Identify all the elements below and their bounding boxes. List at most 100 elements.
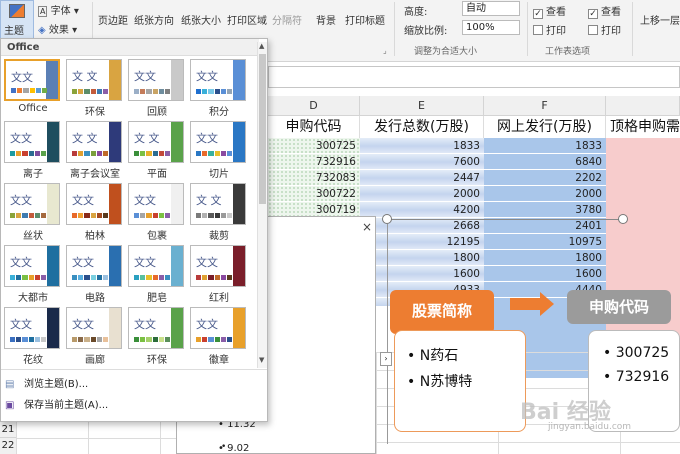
table-cell[interactable]: 6840 — [484, 154, 606, 170]
theme-thumbnail[interactable]: 文 文 — [66, 121, 122, 163]
column-header-f[interactable]: F — [484, 96, 606, 116]
theme-sample-text: 文文 — [134, 194, 156, 207]
table-cell[interactable]: 1833 — [484, 138, 606, 154]
theme-sample-text: 文文 — [134, 256, 156, 269]
theme-thumbnail[interactable]: 文文 — [4, 307, 60, 349]
theme-accent-bar — [109, 246, 121, 286]
table-cell[interactable]: 4200 — [360, 202, 484, 218]
headings-print-checkbox[interactable]: 打印 — [588, 22, 621, 37]
theme-thumbnail[interactable]: 文文 — [128, 307, 184, 349]
theme-thumbnail[interactable]: 文 文 — [190, 183, 246, 225]
smartart-box-code[interactable]: 申购代码 — [567, 290, 671, 324]
header-cell-online[interactable]: 网上发行(万股) — [484, 116, 606, 138]
color-swatch — [102, 275, 109, 280]
smartart-box-stock-name[interactable]: 股票简称 — [390, 290, 494, 334]
table-cell[interactable]: 2447 — [360, 170, 484, 186]
column-header-g[interactable] — [606, 96, 680, 116]
theme-thumbnail[interactable]: 文文 — [128, 59, 184, 101]
headings-view-checkbox[interactable]: ✓ 查看 — [588, 3, 621, 19]
theme-thumbnail[interactable]: 文文 — [128, 183, 184, 225]
theme-thumbnail[interactable]: 文文 — [4, 183, 60, 225]
margins-button[interactable]: 页边距 — [98, 12, 128, 27]
page-setup-launcher-icon[interactable]: ⌟ — [383, 46, 387, 55]
theme-thumbnail[interactable]: 文文 — [4, 59, 60, 101]
scroll-down-icon[interactable]: ▼ — [259, 356, 264, 364]
scroll-up-icon[interactable]: ▲ — [259, 42, 264, 50]
table-cell[interactable]: 3780 — [484, 202, 606, 218]
size-button[interactable]: 纸张大小 — [181, 12, 221, 27]
theme-thumbnail[interactable]: 文文 — [128, 245, 184, 287]
expand-pane-button[interactable]: › — [380, 352, 392, 366]
gridlines-view-checkbox[interactable]: ✓ 查看 — [533, 3, 566, 19]
theme-thumbnail[interactable]: 文文 — [190, 59, 246, 101]
table-cell[interactable]: 7600 — [360, 154, 484, 170]
background-button[interactable]: 背景 — [316, 12, 336, 27]
resize-handle[interactable] — [618, 214, 628, 224]
header-cell-max-subscribe[interactable]: 顶格申购需 — [606, 116, 680, 138]
theme-thumbnail[interactable]: 文文 — [190, 121, 246, 163]
theme-thumbnail[interactable]: 文文 — [66, 183, 122, 225]
color-swatch — [208, 337, 214, 342]
column-header-e[interactable]: E — [360, 96, 484, 116]
orientation-button[interactable]: 纸张方向 — [134, 12, 174, 27]
color-swatch — [158, 89, 164, 94]
theme-thumbnail[interactable]: 文文 — [190, 245, 246, 287]
effects-button[interactable]: ◈ 效果 ▾ — [38, 21, 77, 36]
table-cell[interactable]: 1800 — [360, 250, 484, 266]
row-header-22[interactable]: 22 — [0, 438, 16, 454]
table-cell[interactable]: 2668 — [360, 218, 484, 234]
save-theme-item[interactable]: ▣ 保存当前主题(A)... — [5, 396, 108, 411]
theme-thumbnail[interactable]: 文文 — [66, 307, 122, 349]
theme-thumbnail[interactable]: 文文 — [4, 121, 60, 163]
print-titles-button[interactable]: 打印标题 — [345, 12, 385, 27]
table-cell[interactable]: 300725 — [268, 138, 360, 154]
scale-input[interactable]: 100% — [462, 20, 520, 35]
color-swatch — [146, 275, 152, 280]
table-cell[interactable]: 2000 — [360, 186, 484, 202]
browse-themes-item[interactable]: ▤ 浏览主题(B)... — [5, 375, 88, 390]
color-swatch — [72, 89, 78, 94]
theme-thumbnail[interactable]: 文 文 — [128, 121, 184, 163]
watermark-url: jingyan.baidu.com — [548, 422, 632, 432]
table-cell[interactable]: 732083 — [268, 170, 360, 186]
table-cell[interactable]: 1800 — [484, 250, 606, 266]
color-swatch — [146, 337, 152, 342]
table-cell[interactable]: 732916 — [268, 154, 360, 170]
theme-sample-text: 文文 — [72, 194, 94, 207]
row-header-21[interactable]: 21 — [0, 421, 16, 438]
smartart-list-stock-name[interactable]: • N药石 • N苏博特 — [394, 330, 526, 432]
height-select[interactable]: 自动 — [462, 1, 520, 16]
fonts-button[interactable]: A 字体 ▾ — [38, 2, 79, 17]
bring-forward-button[interactable]: 上移一层 — [640, 12, 680, 27]
theme-thumbnail[interactable]: 文 文 — [66, 59, 122, 101]
table-cell[interactable]: 1600 — [484, 266, 606, 282]
table-cell[interactable]: 2000 — [484, 186, 606, 202]
theme-thumbnail[interactable]: 文文 — [4, 245, 60, 287]
table-cell[interactable]: 1833 — [360, 138, 484, 154]
themes-gallery-dropdown: Office 文文 Office 文 文环保 文文 回顾 文文 积分 文文 离子文 文离子会议室… — [0, 38, 268, 422]
scroll-thumb[interactable] — [259, 54, 266, 204]
gridlines-print-checkbox[interactable]: 打印 — [533, 22, 566, 37]
checkbox-icon — [588, 25, 598, 35]
table-cell[interactable]: 2202 — [484, 170, 606, 186]
table-cell[interactable]: 1600 — [360, 266, 484, 282]
print-area-button[interactable]: 打印区域 — [227, 12, 267, 27]
gallery-scrollbar[interactable]: ▲ ▼ — [257, 42, 267, 368]
table-cell[interactable]: 2401 — [484, 218, 606, 234]
themes-button[interactable]: 主题 — [0, 0, 34, 40]
color-swatch — [214, 337, 220, 342]
breaks-button[interactable]: 分隔符 — [272, 12, 302, 27]
table-cell[interactable]: 12195 — [360, 234, 484, 250]
header-cell-code[interactable]: 申购代码 — [268, 116, 360, 138]
table-cell[interactable]: 10975 — [484, 234, 606, 250]
dropdown-divider — [1, 369, 267, 370]
resize-handle[interactable] — [382, 214, 392, 224]
formula-bar[interactable] — [268, 66, 680, 88]
column-header-d[interactable]: D — [268, 96, 360, 116]
header-cell-total[interactable]: 发行总数(万股) — [360, 116, 484, 138]
theme-thumbnail[interactable]: 文文 — [190, 307, 246, 349]
theme-thumbnail[interactable]: 文文 — [66, 245, 122, 287]
close-icon[interactable]: × — [362, 220, 372, 234]
table-cell[interactable]: 300722 — [268, 186, 360, 202]
color-swatch — [96, 275, 102, 280]
